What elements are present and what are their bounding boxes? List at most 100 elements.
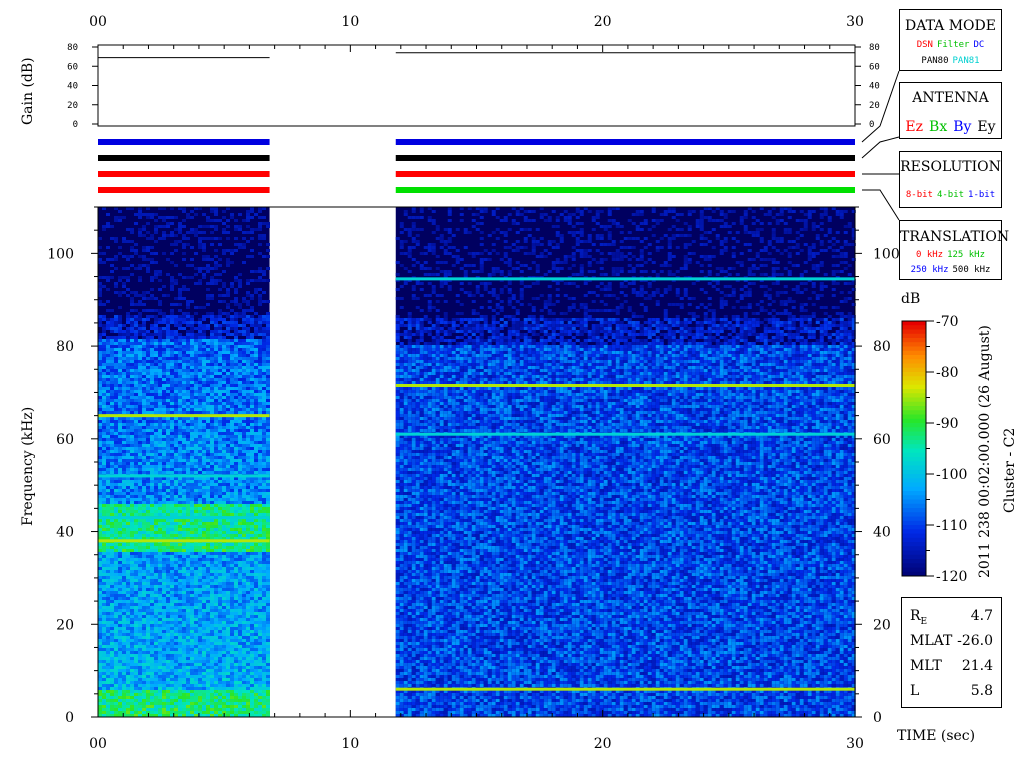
spectrogram-cell (238, 390, 242, 393)
spectrogram-cell (126, 336, 130, 339)
spectrogram-cell (242, 366, 246, 369)
spectrogram-cell (102, 381, 106, 384)
spectrogram-cell (230, 396, 234, 399)
spectrogram-cell (154, 309, 158, 312)
spectrogram-cell (122, 366, 126, 369)
spectrogram-cell (174, 396, 178, 399)
spectrogram-cell (178, 297, 182, 300)
spectrogram-cell (254, 396, 258, 399)
spectrogram-cell (190, 315, 194, 318)
spectrogram-cell (98, 384, 102, 387)
spectrogram-cell (258, 237, 262, 240)
spectrogram-cell (142, 303, 146, 306)
spectrogram-cell (178, 399, 182, 402)
spectrogram-cell (202, 324, 206, 327)
spectrogram-cell (150, 294, 154, 297)
spectrogram-cell (258, 243, 262, 246)
spectrogram-cell (242, 411, 246, 414)
spectrogram-cell (174, 348, 178, 351)
spectrogram-cell (222, 231, 226, 234)
spectrogram-cell (118, 381, 122, 384)
spectrogram-cell (110, 354, 114, 357)
spectrogram-cell (158, 300, 162, 303)
spectrogram-cell (106, 363, 110, 366)
spectrogram-cell (126, 258, 130, 261)
spectrogram-cell (258, 267, 262, 270)
spectrogram-cell (98, 333, 102, 336)
spectrogram-cell (170, 216, 174, 219)
spectrogram-cell (126, 351, 130, 354)
spectrogram-cell (126, 402, 130, 405)
spectrogram-cell (138, 384, 142, 387)
spectrogram-cell (250, 342, 254, 345)
spectrogram-cell (98, 393, 102, 396)
spectrogram-cell (166, 408, 170, 411)
spectrogram-cell (162, 375, 166, 378)
spectrogram-cell (118, 378, 122, 381)
spectrogram-cell (226, 291, 230, 294)
spectrogram-cell (102, 393, 106, 396)
spectrogram-cell (238, 393, 242, 396)
spectrogram-cell (258, 354, 262, 357)
spectrogram-cell (198, 405, 202, 408)
spectrogram-cell (134, 345, 138, 348)
spectrogram-cell (214, 372, 218, 375)
spectrogram-cell (202, 387, 206, 390)
spectrogram-cell (102, 351, 106, 354)
spectrogram-cell (258, 252, 262, 255)
spectrogram-cell (106, 378, 110, 381)
spectrogram-cell (190, 321, 194, 324)
spectrogram-cell (266, 222, 270, 225)
gain-tick-label: 20 (869, 101, 880, 111)
spectrogram-cell (250, 408, 254, 411)
spectrogram-cell (98, 282, 102, 285)
spectrogram-cell (246, 210, 250, 213)
spectrogram-cell (266, 315, 270, 318)
spectrogram-cell (178, 408, 182, 411)
spectrogram-cell (234, 411, 238, 414)
spectrogram-cell (146, 387, 150, 390)
spectrogram-cell (170, 342, 174, 345)
spectrogram-cell (114, 387, 118, 390)
spectrogram-cell (230, 315, 234, 318)
spectrogram-cell (226, 225, 230, 228)
spectrogram-cell (146, 258, 150, 261)
spectrogram-cell (114, 366, 118, 369)
spectrogram-cell (166, 396, 170, 399)
spectrogram-cell (246, 369, 250, 372)
spectrogram-cell (106, 324, 110, 327)
mode-bar (396, 171, 855, 177)
spectrogram-cell (146, 246, 150, 249)
spectrogram-cell (178, 348, 182, 351)
spectrogram-cell (218, 399, 222, 402)
spectrogram-cell (234, 351, 238, 354)
spectrogram-cell (122, 390, 126, 393)
spectrogram-cell (154, 333, 158, 336)
spectrogram-cell (106, 366, 110, 369)
spectrogram-cell (254, 399, 258, 402)
spectrogram-cell (166, 321, 170, 324)
spectrogram-cell (118, 408, 122, 411)
spectrogram-cell (230, 381, 234, 384)
spectrogram-cell (234, 228, 238, 231)
spectrogram-cell (110, 345, 114, 348)
spectrogram-cell (214, 210, 218, 213)
spectrogram-cell (222, 345, 226, 348)
spectrogram-cell (254, 327, 258, 330)
spectrogram-cell (134, 267, 138, 270)
spectrogram-cell (126, 339, 130, 342)
spectrogram-cell (210, 336, 214, 339)
spectrogram-cell (134, 330, 138, 333)
spectrogram-cell (158, 321, 162, 324)
spectrogram-cell (254, 213, 258, 216)
spectrogram-cell (206, 225, 210, 228)
spectrogram-cell (202, 384, 206, 387)
spectrogram-cell (110, 321, 114, 324)
spectrogram-cell (202, 258, 206, 261)
spectrogram-cell (114, 405, 118, 408)
spectrogram-cell (138, 228, 142, 231)
spectrogram-cell (190, 327, 194, 330)
spectrogram-cell (138, 387, 142, 390)
spectrogram-cell (214, 345, 218, 348)
spectrogram-cell (258, 387, 262, 390)
